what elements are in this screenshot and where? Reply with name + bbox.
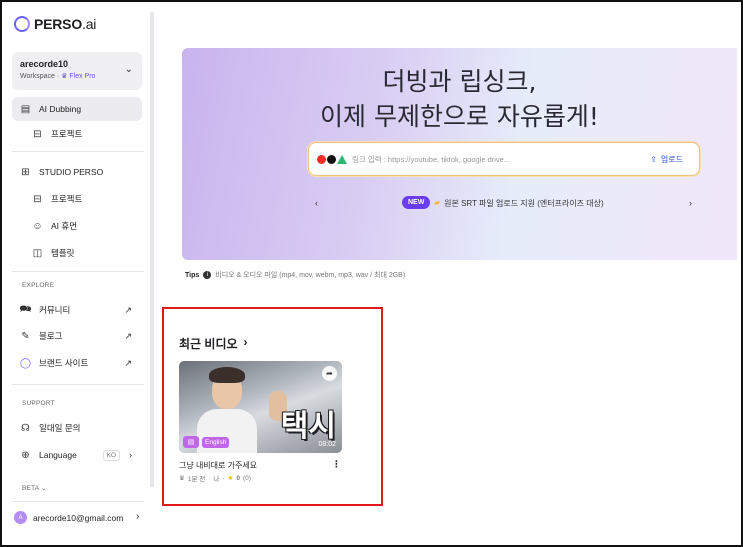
info-icon: i (203, 271, 212, 279)
language-code-badge: KO (102, 449, 120, 461)
platform-icons (317, 154, 347, 164)
language-selector[interactable]: ⊕ Language KO › (12, 443, 142, 467)
subtitles-icon: ▤ (183, 436, 199, 448)
chevron-right-icon: › (243, 335, 248, 349)
perso-logo-icon: ◯ (19, 357, 32, 369)
hero-title-line1: 더빙과 립싱크, (382, 67, 537, 96)
external-link-icon: ↗ (124, 357, 132, 368)
divider (12, 271, 144, 272)
youtube-icon (317, 154, 326, 164)
sidebar-item-studio-perso[interactable]: ⊞ STUDIO PERSO (12, 160, 142, 184)
app-window: PERSO.ai arecorde10 Workspace · ♛ Flex P… (0, 0, 743, 547)
chat-icon: 🗪 (19, 303, 32, 315)
section-label-explore: EXPLORE (22, 282, 55, 289)
language-tag: English (202, 437, 230, 448)
sidebar-item-contact[interactable]: ☊ 일대일 문의 (12, 416, 142, 440)
account-email: arecorde10@gmail.com (33, 512, 124, 523)
upload-button[interactable]: ⇪ 업로드 (650, 154, 683, 165)
star-icon: ★ (227, 475, 234, 482)
template-icon: ◫ (32, 247, 43, 259)
sidebar-scrollbar[interactable] (150, 12, 154, 487)
chevron-down-icon: ⌄ (124, 64, 133, 75)
thumbnail-caption: 택시 (280, 409, 336, 444)
tiktok-icon (327, 154, 336, 164)
share-icon[interactable]: ➦ (322, 366, 337, 381)
recent-videos-title[interactable]: 최근 비디오 › (179, 335, 248, 352)
video-duration: 08:02 (318, 441, 336, 448)
sidebar-item-ai-dubbing[interactable]: ▤ AI Dubbing (12, 97, 142, 121)
workspace-switcher[interactable]: arecorde10 Workspace · ♛ Flex Pro ⌄ (12, 52, 142, 90)
folder-icon: ▰ (434, 198, 441, 207)
new-badge: NEW (402, 196, 431, 209)
crown-icon: ♛ (179, 475, 185, 482)
sidebar-item-brand-site[interactable]: ◯ 브랜드 사이트 ↗ (12, 351, 142, 375)
hero-title-line2: 이제 무제한으로 자유롭게! (320, 102, 599, 131)
workspace-plan: Workspace · ♛ Flex Pro (20, 73, 96, 80)
video-meta: ♛ 1분 전 · 나 · ★ 0 (0) (179, 474, 251, 484)
logo[interactable]: PERSO.ai (14, 16, 96, 32)
sidebar-item-studio-project[interactable]: ⊟ 프로젝트 (12, 187, 142, 211)
beta-toggle[interactable]: BETA ⌄ (22, 484, 47, 492)
google-drive-icon (337, 154, 347, 164)
studio-icon: ⊞ (21, 166, 30, 178)
sidebar-item-community[interactable]: 🗪 커뮤니티 ↗ (12, 298, 142, 322)
video-title[interactable]: 그냥 내비대로 가주세요 (179, 460, 257, 471)
workspace-name: arecorde10 (20, 59, 69, 69)
subtitles-icon: ▤ (20, 103, 31, 115)
logo-text: PERSO.ai (34, 16, 97, 32)
sidebar-item-ai-human[interactable]: ☺ AI 휴먼 (12, 214, 142, 238)
video-thumbnail[interactable]: 택시 ➦ ▤ English 08:02 (179, 361, 342, 453)
divider (12, 384, 144, 385)
user-circle-icon: ☺ (32, 220, 43, 232)
divider (12, 151, 144, 152)
chevron-right-icon: › (129, 450, 132, 460)
section-label-support: SUPPORT (22, 400, 55, 407)
chevron-right-icon[interactable]: › (136, 511, 139, 522)
folder-icon: ⊟ (33, 128, 42, 140)
notice-text[interactable]: ▰ 원본 SRT 파일 업로드 지원 (엔터프라이즈 대상) (434, 198, 604, 209)
folder-icon: ⊟ (33, 193, 42, 205)
sidebar-item-template[interactable]: ◫ 템플릿 (12, 241, 142, 265)
upload-icon: ⇪ (650, 155, 657, 164)
perso-logo-icon (14, 16, 30, 32)
chevron-right-icon[interactable]: › (689, 198, 692, 208)
more-options-icon[interactable]: ⋮ (332, 459, 341, 470)
link-input-box[interactable]: 링크 입력 : https://youtube, tiktok, google … (308, 142, 700, 176)
notice-carousel: ‹ NEW ▰ 원본 SRT 파일 업로드 지원 (엔터프라이즈 대상) › (312, 195, 697, 211)
avatar: A (14, 511, 27, 524)
divider (12, 501, 144, 502)
external-link-icon: ↗ (124, 304, 132, 315)
chevron-left-icon[interactable]: ‹ (315, 198, 318, 208)
account-menu[interactable]: A arecorde10@gmail.com (14, 511, 123, 524)
link-input[interactable]: 링크 입력 : https://youtube, tiktok, google … (352, 154, 510, 165)
external-link-icon: ↗ (124, 330, 132, 341)
headset-icon: ☊ (21, 422, 30, 434)
sidebar-item-blog[interactable]: ✎ 블로그 ↗ (12, 324, 142, 348)
sidebar-item-project[interactable]: ⊟ 프로젝트 (12, 122, 142, 146)
thumbnail-hair (209, 367, 245, 383)
edit-icon: ✎ (21, 330, 30, 342)
upload-tips: Tips i 비디오 & 오디오 파일 (mp4, mov, webm, mp3… (185, 271, 406, 279)
globe-icon: ⊕ (21, 449, 30, 461)
